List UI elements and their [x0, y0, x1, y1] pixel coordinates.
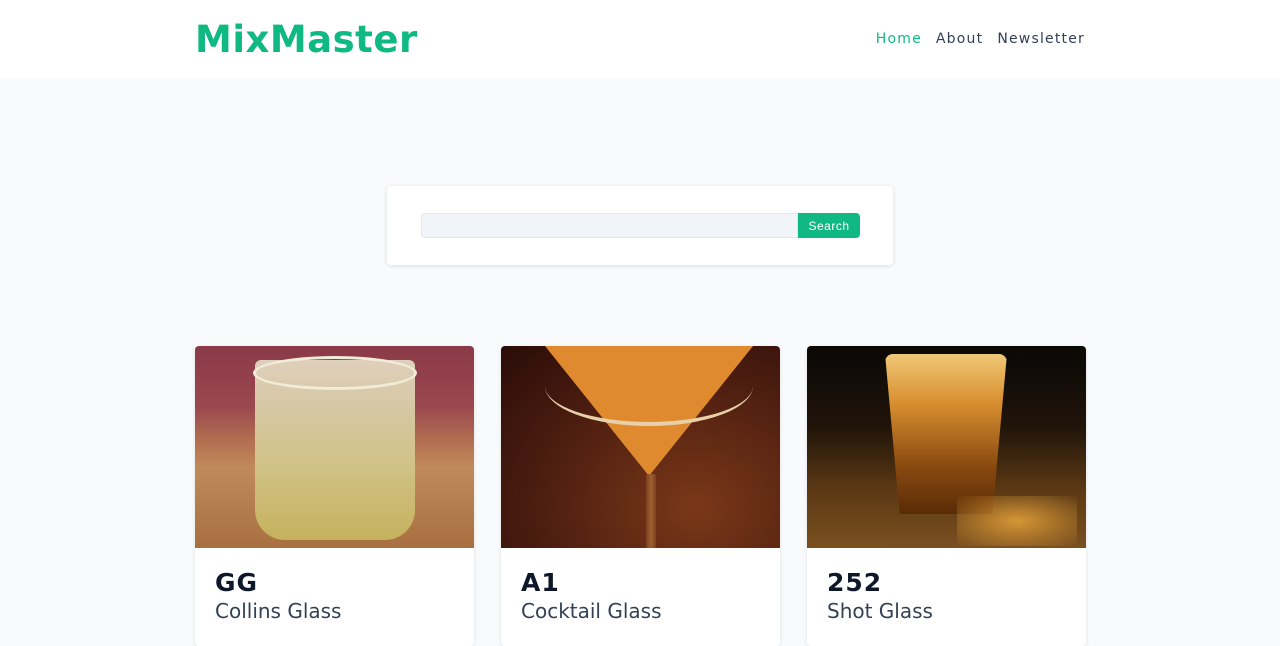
cocktail-image[interactable]: [807, 346, 1086, 548]
cocktail-glass-type: Shot Glass: [827, 599, 933, 623]
cocktail-name: A1: [521, 568, 560, 597]
cocktail-image[interactable]: [195, 346, 474, 548]
cocktail-list: GG Collins Glass A1 Cocktail Glass 252 S…: [195, 346, 1086, 646]
light-glow-illustration: [957, 496, 1077, 546]
cocktail-card[interactable]: 252 Shot Glass: [807, 346, 1086, 646]
cocktail-name: 252: [827, 568, 883, 597]
main-nav: Home About Newsletter: [876, 31, 1085, 47]
cocktail-card[interactable]: GG Collins Glass: [195, 346, 474, 646]
shot-glass-illustration: [885, 354, 1007, 514]
glass-rim-illustration: [253, 356, 417, 390]
cocktail-glass-type: Collins Glass: [215, 599, 342, 623]
search-button[interactable]: Search: [798, 213, 860, 238]
search-input[interactable]: [421, 213, 798, 238]
navbar-container: MixMaster Home About Newsletter: [195, 0, 1085, 78]
top-navbar: MixMaster Home About Newsletter: [0, 0, 1280, 78]
nav-home-link[interactable]: Home: [876, 31, 922, 47]
search-card: Search: [387, 186, 893, 265]
cocktail-name: GG: [215, 568, 259, 597]
nav-newsletter-link[interactable]: Newsletter: [997, 31, 1085, 47]
card-body: GG Collins Glass: [195, 548, 474, 623]
cocktail-image[interactable]: [501, 346, 780, 548]
sugar-rim-illustration: [545, 346, 753, 426]
site-logo[interactable]: MixMaster: [195, 18, 418, 61]
card-body: 252 Shot Glass: [807, 548, 1086, 623]
search-form: Search: [421, 213, 860, 238]
glass-stem-illustration: [646, 474, 656, 548]
cocktail-card[interactable]: A1 Cocktail Glass: [501, 346, 780, 646]
card-body: A1 Cocktail Glass: [501, 548, 780, 623]
cocktail-glass-type: Cocktail Glass: [521, 599, 662, 623]
nav-about-link[interactable]: About: [936, 31, 983, 47]
